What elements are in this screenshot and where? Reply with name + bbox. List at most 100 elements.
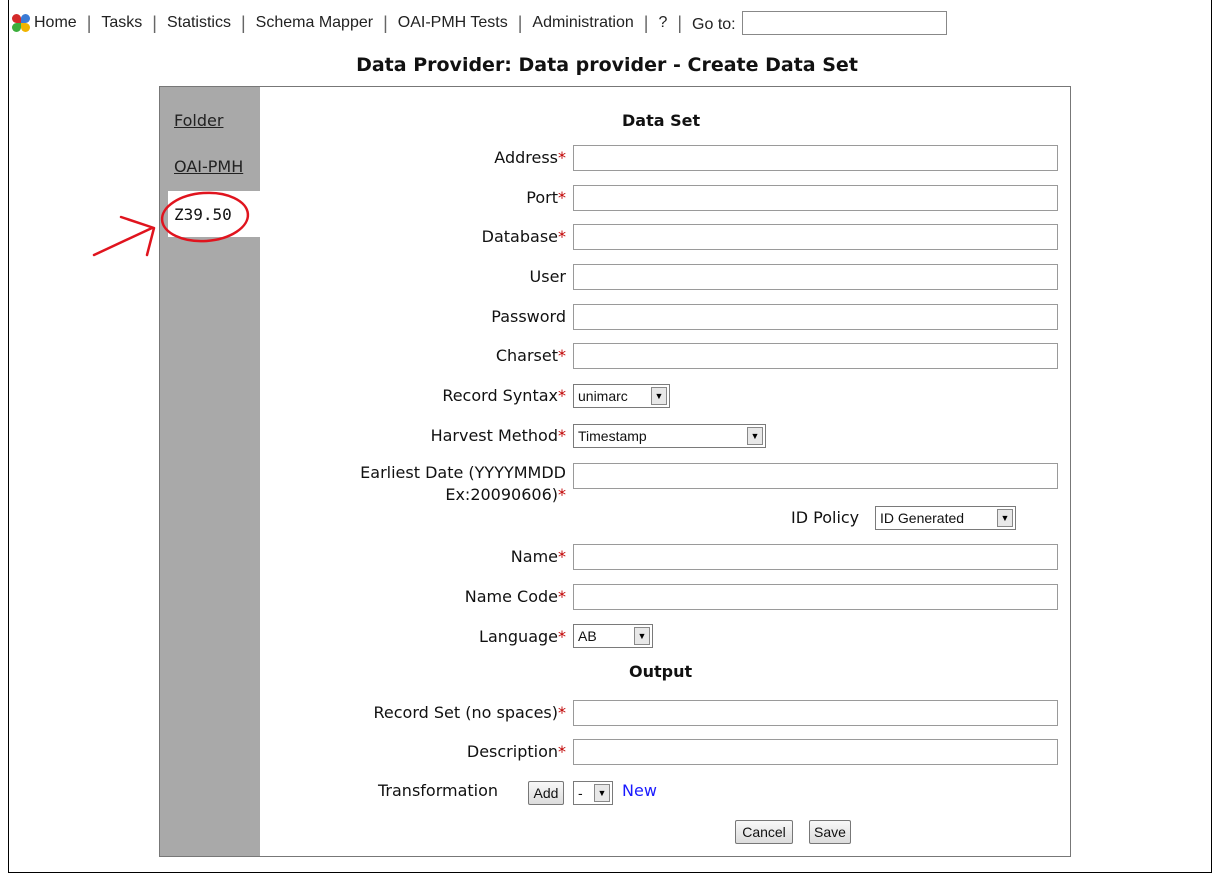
port-label-text: Port — [526, 188, 558, 207]
harvest-method-label: Harvest Method* — [431, 425, 566, 447]
charset-label: Charset* — [496, 345, 566, 367]
new-transformation-link[interactable]: New — [622, 781, 657, 800]
harvest-method-value: Timestamp — [578, 428, 647, 444]
dropdown-arrow-icon[interactable]: ▼ — [651, 387, 667, 405]
user-input[interactable] — [573, 264, 1058, 290]
nav-separator: | — [152, 12, 157, 33]
address-label-text: Address — [494, 148, 558, 167]
name-code-input[interactable] — [573, 584, 1058, 610]
name-input[interactable] — [573, 544, 1058, 570]
nav-help[interactable]: ? — [658, 14, 667, 32]
name-code-label: Name Code* — [465, 586, 566, 608]
add-transformation-button[interactable]: Add — [528, 781, 564, 805]
harvest-method-label-text: Harvest Method — [430, 426, 558, 445]
charset-input[interactable] — [573, 343, 1058, 369]
nav-statistics[interactable]: Statistics — [167, 14, 231, 32]
port-label: Port* — [526, 187, 566, 209]
dropdown-arrow-icon[interactable]: ▼ — [747, 427, 763, 445]
nav-oai-pmh-tests[interactable]: OAI-PMH Tests — [398, 14, 508, 32]
language-select[interactable]: AB ▼ — [573, 624, 653, 648]
database-label: Database* — [482, 226, 566, 248]
required-marker: * — [558, 742, 566, 761]
language-label-text: Language — [479, 627, 558, 646]
page-title: Data Provider: Data provider - Create Da… — [356, 54, 858, 76]
tab-z3950[interactable]: Z39.50 — [168, 191, 260, 237]
description-label: Description* — [467, 741, 566, 763]
app-logo-icon — [12, 14, 30, 32]
required-marker: * — [558, 485, 566, 504]
required-marker: * — [558, 188, 566, 207]
record-syntax-label: Record Syntax* — [442, 385, 566, 407]
nav-administration[interactable]: Administration — [532, 14, 633, 32]
name-label: Name* — [511, 546, 566, 568]
earliest-date-label-line2: Ex:20090606)* — [360, 484, 566, 506]
name-label-text: Name — [510, 547, 558, 566]
charset-label-text: Charset — [495, 346, 558, 365]
earliest-date-label: Earliest Date (YYYYMMDD Ex:20090606)* — [360, 462, 566, 506]
record-syntax-value: unimarc — [578, 388, 628, 404]
required-marker: * — [558, 148, 566, 167]
id-policy-select[interactable]: ID Generated ▼ — [875, 506, 1016, 530]
database-label-text: Database — [481, 227, 558, 246]
nav-separator: | — [677, 12, 683, 33]
required-marker: * — [558, 587, 566, 606]
goto-label: Go to: — [692, 16, 736, 33]
harvest-method-select[interactable]: Timestamp ▼ — [573, 424, 766, 448]
nav-separator: | — [240, 12, 246, 33]
tab-oai-pmh[interactable]: OAI-PMH — [168, 145, 260, 187]
required-marker: * — [558, 627, 566, 646]
dropdown-arrow-icon[interactable]: ▼ — [997, 509, 1013, 527]
record-syntax-select[interactable]: unimarc ▼ — [573, 384, 670, 408]
nav-separator: | — [517, 12, 523, 33]
earliest-date-label-line2-text: Ex:20090606) — [445, 485, 558, 504]
cancel-button[interactable]: Cancel — [735, 820, 793, 844]
dropdown-arrow-icon[interactable]: ▼ — [594, 784, 610, 802]
address-label: Address* — [494, 147, 566, 169]
user-label: User — [529, 267, 566, 286]
language-value: AB — [578, 628, 597, 644]
description-input[interactable] — [573, 739, 1058, 765]
section-output-heading: Output — [629, 662, 693, 681]
nav-separator: | — [86, 12, 92, 33]
save-button[interactable]: Save — [809, 820, 851, 844]
tab-oai-pmh-label: OAI-PMH — [174, 156, 244, 176]
earliest-date-label-line1: Earliest Date (YYYYMMDD — [360, 463, 566, 482]
required-marker: * — [558, 547, 566, 566]
record-set-input[interactable] — [573, 700, 1058, 726]
tab-folder-label: Folder — [174, 110, 224, 130]
nav-tasks[interactable]: Tasks — [101, 14, 142, 32]
required-marker: * — [558, 703, 566, 722]
id-policy-label: ID Policy — [791, 508, 860, 527]
required-marker: * — [558, 426, 566, 445]
transformation-label: Transformation — [378, 781, 499, 800]
required-marker: * — [558, 227, 566, 246]
transformation-value: - — [578, 785, 583, 801]
name-code-label-text: Name Code — [464, 587, 558, 606]
section-data-set-heading: Data Set — [622, 111, 701, 130]
record-syntax-label-text: Record Syntax — [442, 386, 558, 405]
tab-folder[interactable]: Folder — [168, 99, 260, 141]
id-policy-value: ID Generated — [880, 510, 965, 526]
language-label: Language* — [479, 626, 566, 648]
nav-home-label: Home — [34, 14, 77, 31]
transformation-select[interactable]: - ▼ — [573, 781, 613, 805]
nav-separator: | — [643, 12, 649, 33]
nav-separator: | — [383, 12, 388, 33]
top-nav: Home | Tasks | Statistics | Schema Mappe… — [12, 10, 947, 36]
record-set-label-text: Record Set (no spaces) — [373, 703, 559, 722]
password-label: Password — [491, 307, 566, 326]
address-input[interactable] — [573, 145, 1058, 171]
dropdown-arrow-icon[interactable]: ▼ — [634, 627, 650, 645]
tab-z3950-label: Z39.50 — [174, 204, 232, 224]
required-marker: * — [558, 386, 566, 405]
description-label-text: Description — [466, 742, 558, 761]
earliest-date-input[interactable] — [573, 463, 1058, 489]
nav-schema-mapper[interactable]: Schema Mapper — [256, 14, 373, 32]
database-input[interactable] — [573, 224, 1058, 250]
goto-input[interactable] — [741, 11, 947, 35]
password-input[interactable] — [573, 304, 1058, 330]
record-set-label: Record Set (no spaces)* — [374, 702, 567, 724]
required-marker: * — [558, 346, 566, 365]
port-input[interactable] — [573, 185, 1058, 211]
nav-home[interactable]: Home — [12, 14, 77, 32]
